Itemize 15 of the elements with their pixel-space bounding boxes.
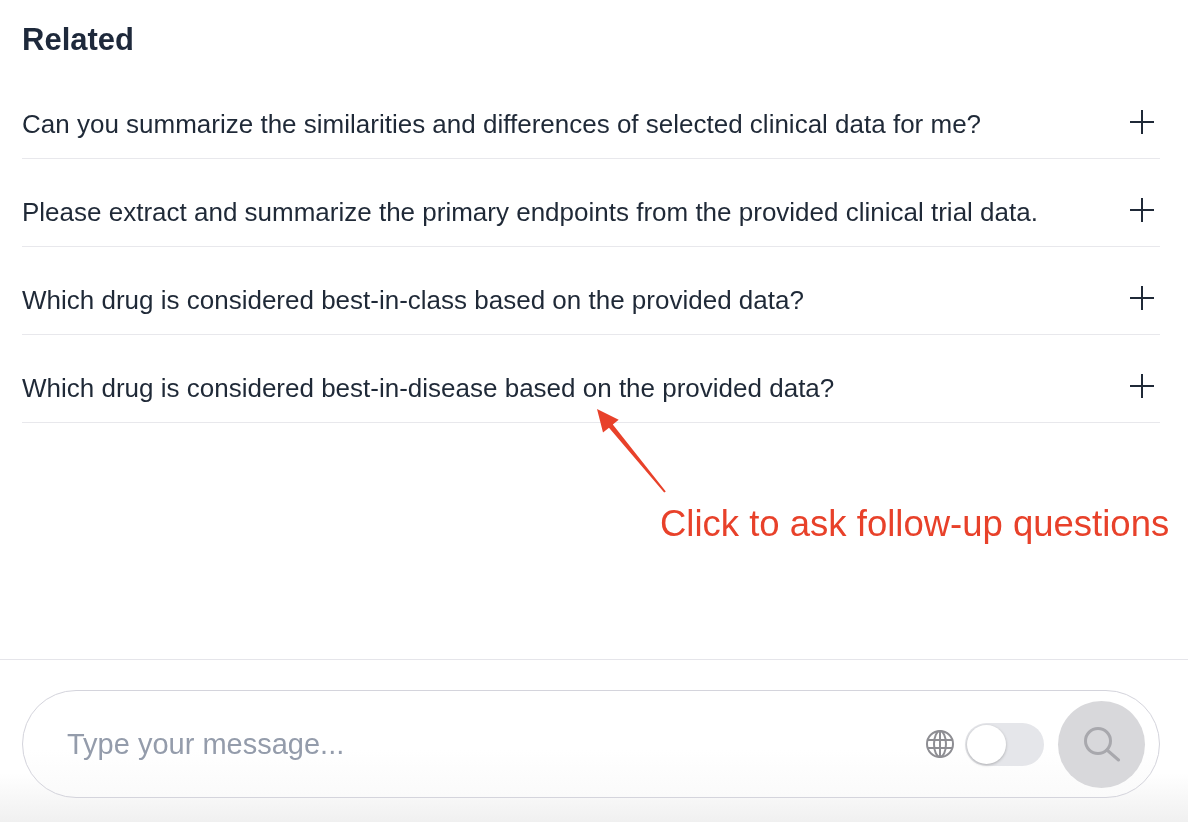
annotation-text: Click to ask follow-up questions (660, 502, 1170, 546)
message-box[interactable]: Type your message... (22, 690, 1160, 798)
related-question[interactable]: Which drug is considered best-in-class based on the provided data? (22, 247, 1160, 335)
message-input[interactable]: Type your message... (67, 724, 925, 764)
globe-icon (925, 729, 955, 759)
plus-icon (1130, 110, 1154, 134)
related-question[interactable]: Can you summarize the similarities and differences of selected clinical data for me? (22, 71, 1160, 159)
plus-icon (1130, 286, 1154, 310)
web-search-toggle[interactable] (965, 722, 1044, 766)
toggle-knob (967, 724, 1006, 764)
related-question[interactable]: Please extract and summarize the primary endpoints from the provided clinical trial data. (22, 159, 1160, 247)
search-icon (1082, 726, 1121, 762)
plus-icon (1130, 198, 1154, 222)
plus-icon (1130, 374, 1154, 398)
section-heading: Related (22, 22, 134, 58)
